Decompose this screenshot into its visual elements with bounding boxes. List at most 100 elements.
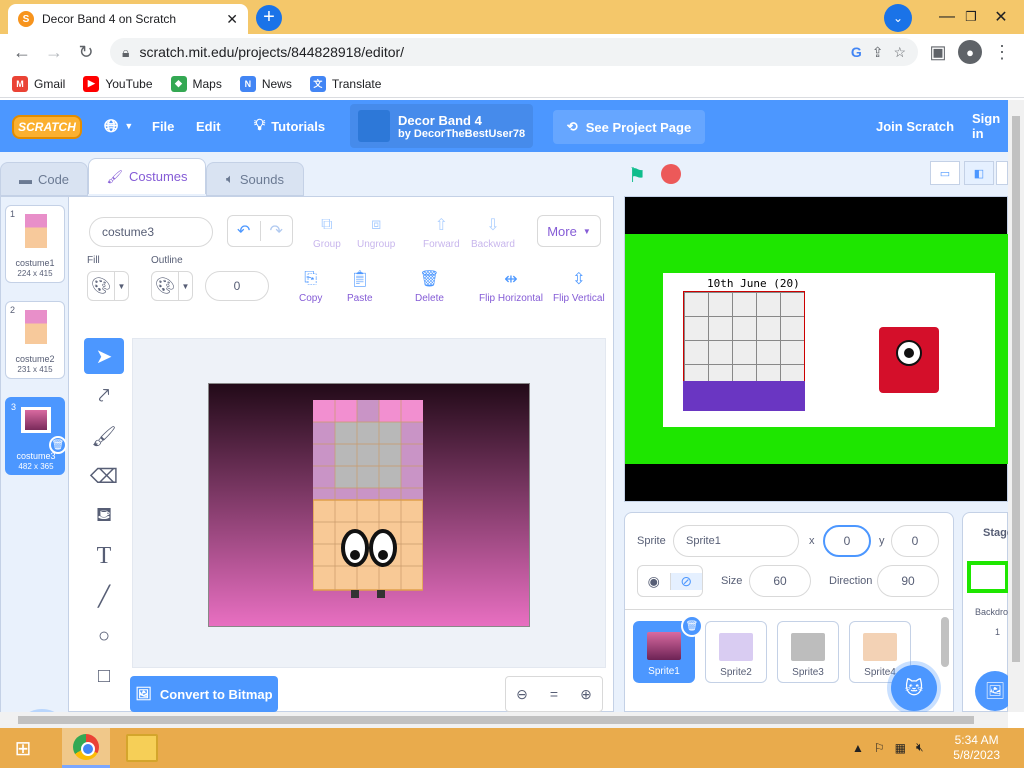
backward-layer-button[interactable]: ⇩ Backward (471, 215, 515, 250)
browser-menu-icon[interactable]: ⋮ (990, 40, 1014, 64)
language-menu[interactable]: 🌐︎ ▼ (94, 100, 143, 152)
x-position-input[interactable]: 0 (823, 525, 871, 557)
normal-stage-mode-button[interactable]: ◧ (964, 161, 994, 185)
hide-eye-icon[interactable]: ⊘ (670, 572, 702, 590)
tab-sounds[interactable]: 🔈︎ Sounds (206, 162, 304, 196)
zoom-out-icon[interactable]: ⊖ (506, 686, 538, 703)
scratch-menubar: SCRATCH 🌐︎ ▼ File Edit 💡︎ Tutorials Decor … (0, 100, 1008, 152)
see-project-page-button[interactable]: ⟲ See Project Page (553, 110, 705, 144)
tray-expand-icon[interactable]: ▲ (852, 741, 864, 755)
backdrops-count: 1 (995, 627, 1001, 637)
file-menu[interactable]: File (142, 100, 184, 152)
convert-to-bitmap-button[interactable]: 🖼︎ Convert to Bitmap (130, 676, 278, 712)
project-title-area[interactable]: Decor Band 4 by DecorTheBestUser78 (350, 104, 534, 148)
text-tool-icon[interactable]: T (84, 538, 124, 574)
stage-canvas[interactable]: 10th June (20) (624, 196, 1009, 502)
stop-sign-icon[interactable] (661, 164, 681, 184)
paste-button[interactable]: 📋︎ Paste (347, 269, 373, 304)
chrome-taskbar-button[interactable] (62, 728, 110, 768)
sprite-tile-2[interactable]: Sprite2 (705, 621, 767, 683)
more-menu-button[interactable]: More ▼ (537, 215, 601, 247)
side-panel-icon[interactable]: ▣ (926, 40, 950, 64)
sprite-list-scrollbar[interactable] (941, 617, 949, 667)
costume-tile-1[interactable]: 1 costume1 224 x 415 (5, 205, 65, 283)
redo-icon[interactable]: ↷ (261, 221, 293, 241)
flip-vertical-button[interactable]: ⇳ Flip Vertical (553, 269, 605, 304)
circle-tool-icon[interactable]: ○ (84, 618, 124, 654)
flip-horizontal-button[interactable]: ⇹ Flip Horizontal (479, 269, 543, 304)
new-tab-button[interactable]: + (256, 5, 282, 31)
bookmark-gmail[interactable]: M Gmail (12, 75, 65, 92)
show-eye-icon[interactable]: ◉ (638, 572, 671, 590)
sprite-name-input[interactable]: Sprite1 (673, 525, 799, 557)
page-horizontal-scrollbar[interactable] (0, 712, 1008, 728)
windows-start-icon[interactable]: ⊞ (8, 736, 38, 760)
bookmark-translate[interactable]: 文 Translate (309, 75, 381, 92)
delete-button[interactable]: 🗑︎ Delete (415, 269, 444, 304)
y-position-input[interactable]: 0 (891, 525, 939, 557)
bookmark-star-icon[interactable]: ☆ (893, 44, 906, 61)
costume-name-input[interactable]: costume3 (89, 217, 213, 247)
tutorials-button[interactable]: 💡︎ Tutorials (244, 100, 335, 152)
stage-panel[interactable]: Stage Backdrops 1 🖼︎ (962, 512, 1018, 712)
tab-code[interactable]: ▬ Code (0, 162, 88, 196)
scroll-thumb[interactable] (18, 716, 974, 724)
copy-button[interactable]: ⎘ Copy (299, 269, 322, 304)
zoom-reset-icon[interactable]: = (538, 686, 570, 702)
fullscreen-button[interactable] (996, 161, 1008, 185)
select-tool-icon[interactable]: ➤ (84, 338, 124, 374)
join-scratch-link[interactable]: Join Scratch (866, 100, 964, 152)
outline-color-picker[interactable]: 🎨︎ ▼ (151, 271, 193, 301)
bookmark-news[interactable]: N News (239, 75, 292, 92)
close-tab-icon[interactable]: ✕ (226, 11, 238, 28)
sign-in-link[interactable]: Sign in (962, 100, 1010, 152)
bookmark-maps[interactable]: ◆ Maps (170, 75, 222, 92)
scratch-logo[interactable]: SCRATCH (12, 115, 82, 139)
outline-width-input[interactable]: 0 (205, 271, 269, 301)
group-button[interactable]: ⧉ Group (313, 215, 341, 250)
network-icon[interactable]: ▦ (895, 741, 906, 755)
reload-button[interactable]: ↻ (74, 40, 98, 64)
costume-tile-2[interactable]: 2 costume2 231 x 415 (5, 301, 65, 379)
small-stage-mode-button[interactable]: ▭ (930, 161, 960, 185)
address-bar[interactable]: 🔒︎ scratch.mit.edu/projects/844828918/ed… (110, 38, 918, 66)
profile-avatar-icon[interactable]: ● (958, 40, 982, 64)
reshape-tool-icon[interactable]: ⤤ (84, 378, 124, 414)
sprite-tile-3[interactable]: Sprite3 (777, 621, 839, 683)
delete-costume-icon[interactable]: 🗑︎ (49, 436, 67, 454)
brush-tool-icon[interactable]: 🖌︎ (84, 418, 124, 454)
rectangle-tool-icon[interactable]: □ (84, 658, 124, 694)
close-window-button[interactable]: ✕ (978, 0, 1024, 34)
delete-sprite-icon[interactable]: 🗑︎ (681, 615, 703, 637)
zoom-in-icon[interactable]: ⊕ (570, 686, 602, 703)
page-vertical-scrollbar[interactable] (1008, 100, 1024, 712)
eraser-tool-icon[interactable]: ⌫ (84, 458, 124, 494)
browser-tab[interactable]: S Decor Band 4 on Scratch ✕ (8, 4, 248, 34)
fill-label: Fill (87, 255, 100, 266)
ungroup-button[interactable]: ⧈ Ungroup (357, 215, 395, 250)
taskbar-clock[interactable]: 5:34 AM 5/8/2023 (953, 733, 1000, 763)
bookmark-youtube[interactable]: ▶ YouTube (83, 75, 153, 92)
green-flag-icon[interactable]: ⚑ (628, 163, 646, 188)
google-icon[interactable]: G (851, 44, 862, 60)
edit-menu[interactable]: Edit (186, 100, 231, 152)
scroll-thumb[interactable] (1012, 116, 1020, 662)
forward-layer-button[interactable]: ⇧ Forward (423, 215, 460, 250)
undo-icon[interactable]: ↶ (228, 221, 261, 241)
fill-tool-icon[interactable]: ⛾ (84, 498, 124, 534)
direction-input[interactable]: 90 (877, 565, 939, 597)
share-icon[interactable]: ⇪ (872, 44, 884, 61)
size-input[interactable]: 60 (749, 565, 811, 597)
chrome-icon (73, 733, 99, 760)
volume-muted-icon[interactable]: 🔇︎ (916, 740, 924, 755)
paint-canvas[interactable] (132, 338, 606, 668)
fill-color-picker[interactable]: 🎨︎ ▼ (87, 271, 129, 301)
tab-search-button[interactable]: ⌄ (884, 4, 912, 32)
flag-icon[interactable]: ⚐ (874, 741, 885, 755)
back-button[interactable]: ← (10, 40, 34, 64)
forward-button[interactable]: → (42, 40, 66, 64)
choose-sprite-button[interactable]: 🐱︎ (891, 665, 937, 711)
file-explorer-icon[interactable] (126, 734, 158, 762)
tab-costumes[interactable]: 🖌︎ Costumes (88, 158, 206, 194)
line-tool-icon[interactable]: ╱ (84, 578, 124, 614)
